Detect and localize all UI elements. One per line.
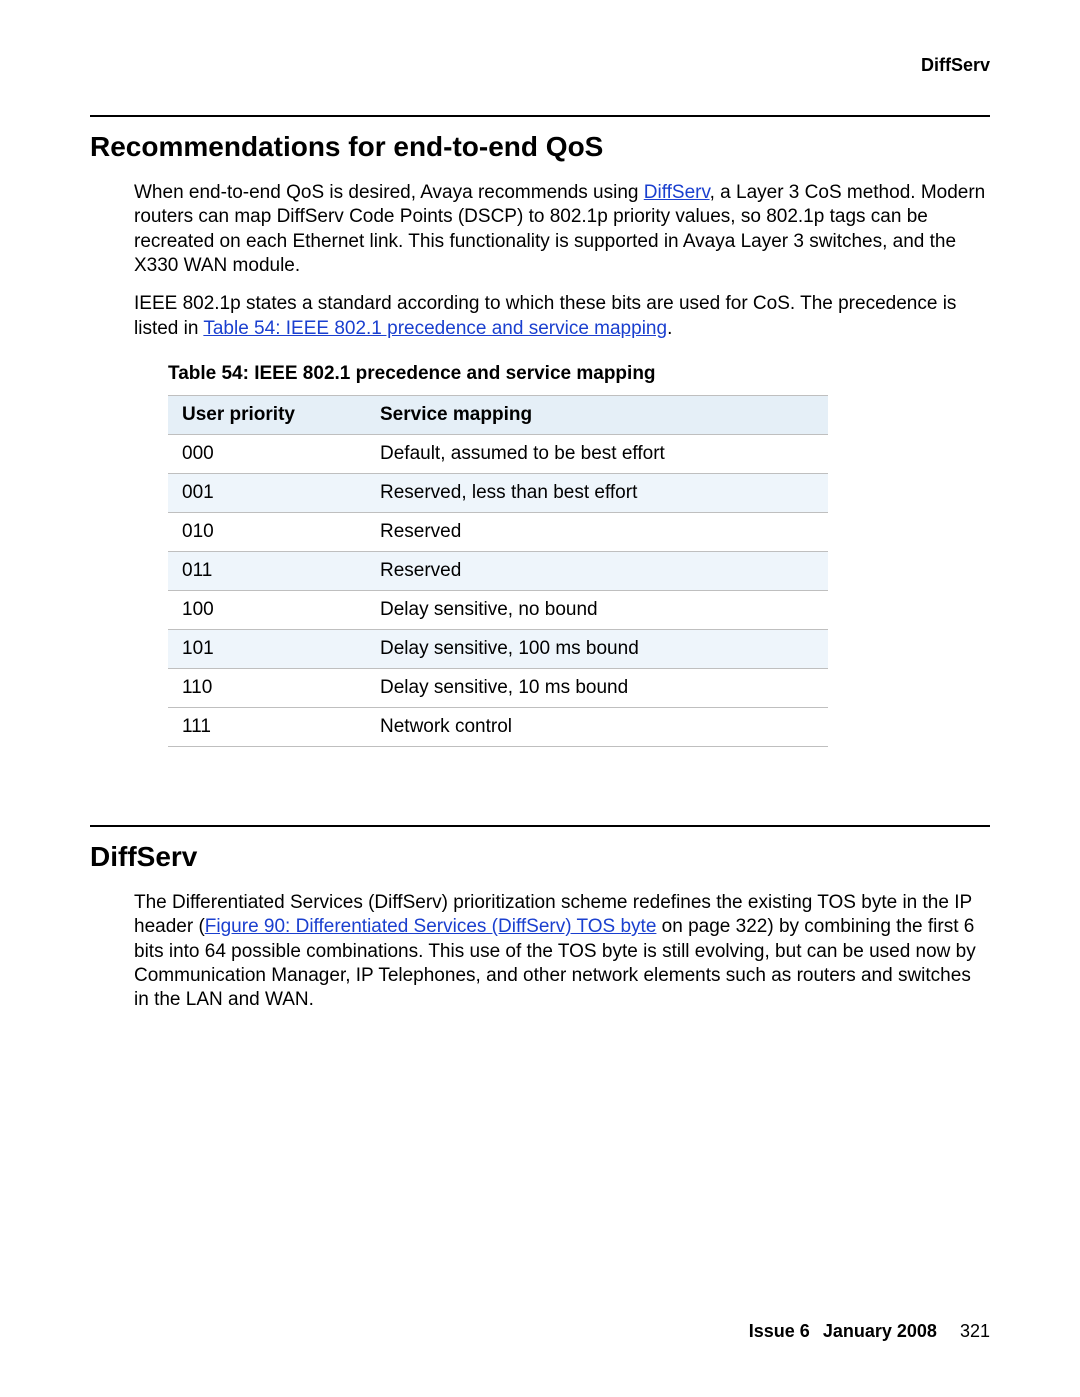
paragraph: IEEE 802.1p states a standard according … [134,292,990,341]
column-header-mapping: Service mapping [366,395,828,434]
priority-cell: 010 [168,512,366,551]
section1-body: When end-to-end QoS is desired, Avaya re… [134,181,990,341]
table-row: 110 Delay sensitive, 10 ms bound [168,668,828,707]
link-figure-90[interactable]: Figure 90: Differentiated Services (Diff… [205,916,657,937]
priority-cell: 101 [168,629,366,668]
table-row: 010 Reserved [168,512,828,551]
mapping-cell: Reserved, less than best effort [366,473,828,512]
column-header-priority: User priority [168,395,366,434]
section-title-recommendations: Recommendations for end-to-end QoS [90,131,990,163]
table-row: 100 Delay sensitive, no bound [168,590,828,629]
footer-issue: Issue 6 [749,1321,810,1341]
text: . [667,318,672,339]
link-table-54[interactable]: Table 54: IEEE 802.1 precedence and serv… [203,318,667,339]
priority-cell: 111 [168,707,366,746]
mapping-cell: Network control [366,707,828,746]
paragraph: The Differentiated Services (DiffServ) p… [134,891,990,1013]
table-header-row: User priority Service mapping [168,395,828,434]
priority-cell: 110 [168,668,366,707]
table-row: 111 Network control [168,707,828,746]
mapping-cell: Delay sensitive, 100 ms bound [366,629,828,668]
section2-body: The Differentiated Services (DiffServ) p… [134,891,990,1013]
mapping-cell: Reserved [366,512,828,551]
mapping-cell: Delay sensitive, 10 ms bound [366,668,828,707]
section-rule [90,825,990,827]
section-rule [90,115,990,117]
table-row: 000 Default, assumed to be best effort [168,434,828,473]
table-row: 011 Reserved [168,551,828,590]
link-diffserv[interactable]: DiffServ [644,182,710,203]
table-row: 001 Reserved, less than best effort [168,473,828,512]
page: DiffServ Recommendations for end-to-end … [0,0,1080,1397]
mapping-cell: Reserved [366,551,828,590]
priority-cell: 000 [168,434,366,473]
table-caption: Table 54: IEEE 802.1 precedence and serv… [168,363,990,385]
mapping-cell: Default, assumed to be best effort [366,434,828,473]
footer-date: January 2008 [823,1321,937,1341]
precedence-table: User priority Service mapping 000 Defaul… [168,395,828,747]
footer-page-number: 321 [960,1321,990,1341]
table-row: 101 Delay sensitive, 100 ms bound [168,629,828,668]
text: When end-to-end QoS is desired, Avaya re… [134,182,644,203]
priority-cell: 100 [168,590,366,629]
running-header: DiffServ [921,55,990,76]
priority-cell: 001 [168,473,366,512]
section-title-diffserv: DiffServ [90,841,990,873]
mapping-cell: Delay sensitive, no bound [366,590,828,629]
page-footer: Issue 6 January 2008 321 [749,1321,990,1342]
paragraph: When end-to-end QoS is desired, Avaya re… [134,181,990,278]
priority-cell: 011 [168,551,366,590]
